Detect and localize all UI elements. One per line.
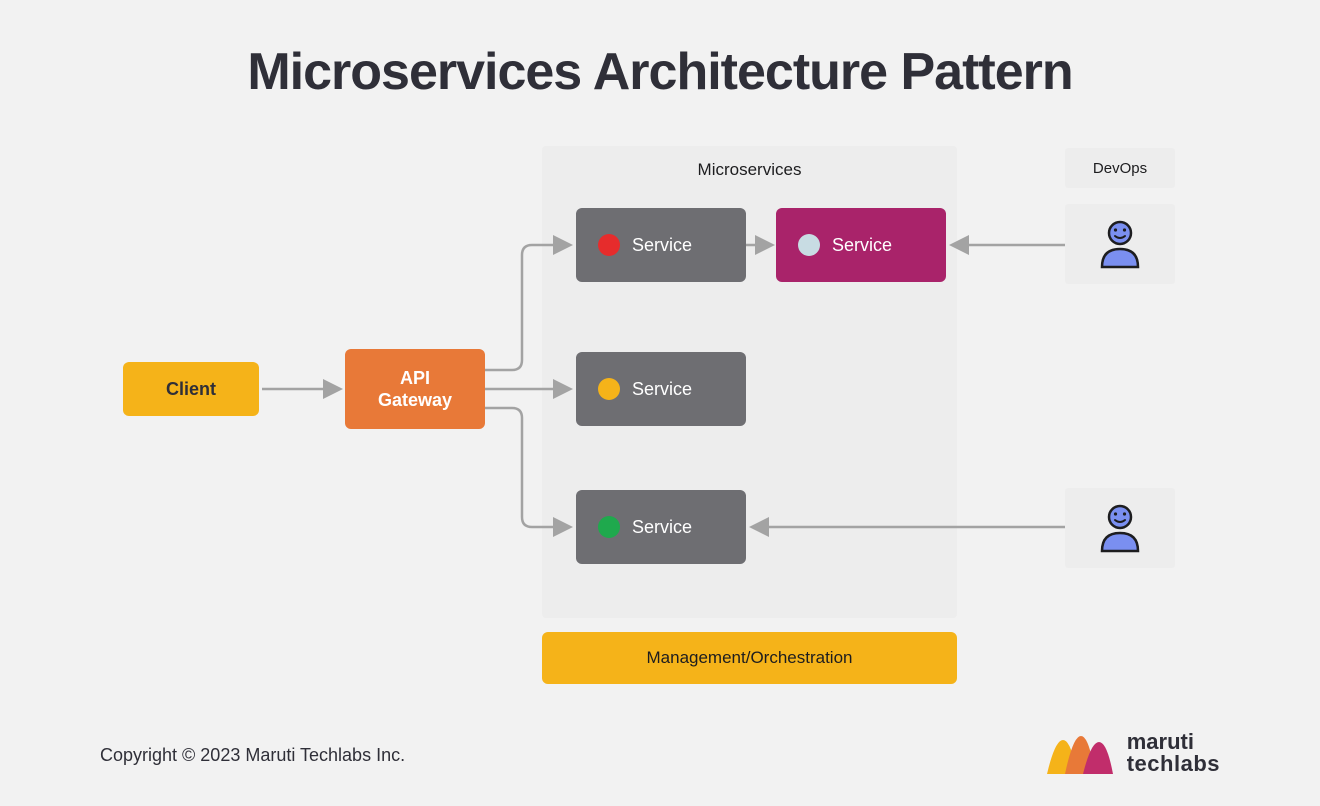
devops-label-box: DevOps: [1065, 148, 1175, 188]
service-dot-red-icon: [598, 234, 620, 256]
service-3-label: Service: [632, 517, 692, 538]
service-1-label: Service: [632, 235, 692, 256]
management-orchestration-box: Management/Orchestration: [542, 632, 957, 684]
brand-mark-icon: [1045, 730, 1115, 776]
api-gateway-label: API Gateway: [378, 367, 452, 412]
service-dot-lightblue-icon: [798, 234, 820, 256]
client-label: Client: [166, 379, 216, 400]
user-icon: [1097, 219, 1143, 269]
management-label: Management/Orchestration: [647, 648, 853, 668]
service-dot-green-icon: [598, 516, 620, 538]
client-box: Client: [123, 362, 259, 416]
devops-user-2: [1065, 488, 1175, 568]
user-icon: [1097, 503, 1143, 553]
service-box-4: Service: [776, 208, 946, 282]
service-dot-yellow-icon: [598, 378, 620, 400]
brand-line1: maruti: [1127, 731, 1220, 753]
brand-text: maruti techlabs: [1127, 731, 1220, 775]
service-box-2: Service: [576, 352, 746, 426]
devops-label: DevOps: [1093, 160, 1147, 177]
devops-user-1: [1065, 204, 1175, 284]
brand-logo: maruti techlabs: [1045, 730, 1220, 776]
service-4-label: Service: [832, 235, 892, 256]
service-box-1: Service: [576, 208, 746, 282]
brand-line2: techlabs: [1127, 753, 1220, 775]
copyright-text: Copyright © 2023 Maruti Techlabs Inc.: [100, 745, 405, 766]
microservices-heading: Microservices: [542, 160, 957, 180]
page-title: Microservices Architecture Pattern: [247, 42, 1072, 102]
service-2-label: Service: [632, 379, 692, 400]
api-gateway-box: API Gateway: [345, 349, 485, 429]
service-box-3: Service: [576, 490, 746, 564]
